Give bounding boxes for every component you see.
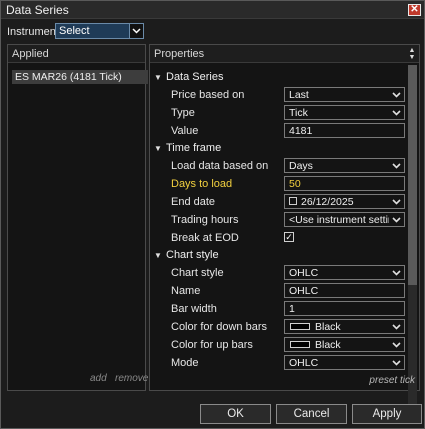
title-bar[interactable]: Data Series ✕ (1, 1, 424, 19)
cancel-button[interactable]: Cancel (276, 404, 347, 424)
caret-down-icon: ▼ (154, 73, 162, 82)
chevron-down-icon (392, 92, 401, 98)
color-swatch (290, 323, 310, 330)
window-title: Data Series (6, 3, 69, 17)
color-down-bars-select[interactable]: Black (284, 319, 405, 334)
chevron-down-icon (392, 199, 401, 205)
apply-button[interactable]: Apply (352, 404, 422, 424)
chart-style-value: OHLC (289, 267, 319, 279)
value-input[interactable]: 4181 (284, 123, 405, 138)
properties-scrollbar[interactable] (408, 65, 417, 410)
bar-width-input[interactable]: 1 (284, 301, 405, 316)
name-input[interactable]: OHLC (284, 283, 405, 298)
add-link[interactable]: add (90, 373, 107, 384)
mode-value: OHLC (289, 357, 319, 369)
end-date-picker[interactable]: 26/12/2025 (284, 194, 405, 209)
days-to-load-input[interactable]: 50 (284, 176, 405, 191)
chevron-down-icon (392, 324, 401, 330)
chevron-down-icon (392, 217, 401, 223)
load-data-based-on-label: Load data based on (171, 160, 269, 172)
type-value: Tick (289, 107, 308, 119)
section-title: Data Series (166, 71, 224, 83)
data-series-window: Data Series ✕ Instrument Select Applied … (0, 0, 425, 429)
name-value: OHLC (289, 285, 319, 297)
break-at-eod-checkbox[interactable]: ✓ (284, 232, 294, 242)
price-based-on-label: Price based on (171, 89, 245, 101)
applied-series-label: ES MAR26 (4181 Tick) (15, 71, 122, 83)
chevron-down-icon (392, 163, 401, 169)
applied-series-item[interactable]: ES MAR26 (4181 Tick) (12, 70, 148, 84)
scrollbar-thumb[interactable] (408, 65, 417, 285)
ok-button[interactable]: OK (200, 404, 271, 424)
section-title: Time frame (166, 142, 222, 154)
price-based-on-value: Last (289, 89, 309, 101)
section-data-series[interactable]: ▼ Data Series (154, 71, 223, 83)
properties-header: Properties (150, 45, 419, 63)
days-to-load-value: 50 (289, 178, 301, 190)
end-date-label: End date (171, 196, 216, 208)
calendar-icon[interactable] (289, 197, 297, 205)
caret-down-icon: ▼ (154, 251, 162, 260)
chevron-down-icon (392, 110, 401, 116)
break-at-eod-label: Break at EOD (171, 232, 239, 244)
name-label: Name (171, 285, 201, 297)
applied-title: Applied (12, 48, 49, 60)
load-data-based-on-value: Days (289, 160, 313, 172)
trading-hours-value: <Use instrument settin... (289, 214, 389, 226)
color-up-bars-label: Color for up bars (171, 339, 253, 351)
mode-select[interactable]: OHLC (284, 355, 405, 370)
chevron-down-icon (392, 342, 401, 348)
color-down-bars-value: Black (315, 321, 341, 333)
chart-style-label: Chart style (171, 267, 224, 279)
trading-hours-label: Trading hours (171, 214, 239, 226)
mode-label: Mode (171, 357, 199, 369)
chart-style-select[interactable]: OHLC (284, 265, 405, 280)
type-select[interactable]: Tick (284, 105, 405, 120)
bar-width-label: Bar width (171, 303, 217, 315)
properties-title: Properties (154, 48, 205, 60)
properties-panel: Properties ▲ ▼ ▼ Data Series Price based o… (149, 44, 420, 410)
end-date-value: 26/12/2025 (301, 196, 354, 208)
days-to-load-label: Days to load (171, 178, 233, 190)
color-down-bars-label: Color for down bars (171, 321, 267, 333)
chevron-down-icon (392, 270, 401, 276)
bar-width-value: 1 (289, 303, 295, 315)
remove-link[interactable]: remove (115, 373, 148, 384)
color-up-bars-value: Black (315, 339, 341, 351)
instrument-select-value: Select (59, 25, 90, 37)
section-chart-style[interactable]: ▼ Chart style (154, 249, 219, 261)
color-up-bars-select[interactable]: Black (284, 337, 405, 352)
instrument-select[interactable]: Select (55, 23, 144, 39)
close-icon: ✕ (410, 4, 419, 15)
applied-panel: Applied ES MAR26 (4181 Tick) add remove (7, 44, 148, 391)
color-swatch (290, 341, 310, 348)
value-input-value: 4181 (289, 125, 313, 137)
trading-hours-select[interactable]: <Use instrument settin... (284, 212, 405, 227)
chevron-down-icon (392, 360, 401, 366)
section-title: Chart style (166, 249, 219, 261)
applied-header: Applied (8, 45, 145, 63)
value-label: Value (171, 125, 199, 137)
preset-link[interactable]: preset tick (369, 375, 415, 386)
price-based-on-select[interactable]: Last (284, 87, 405, 102)
close-button[interactable]: ✕ (408, 4, 421, 16)
chevron-down-icon[interactable] (129, 24, 143, 38)
scroll-up-down-icon[interactable]: ▲ ▼ (407, 47, 417, 63)
caret-down-icon: ▼ (154, 144, 162, 153)
instrument-label: Instrument (7, 26, 59, 38)
section-time-frame[interactable]: ▼ Time frame (154, 142, 221, 154)
type-label: Type (171, 107, 195, 119)
load-data-based-on-select[interactable]: Days (284, 158, 405, 173)
